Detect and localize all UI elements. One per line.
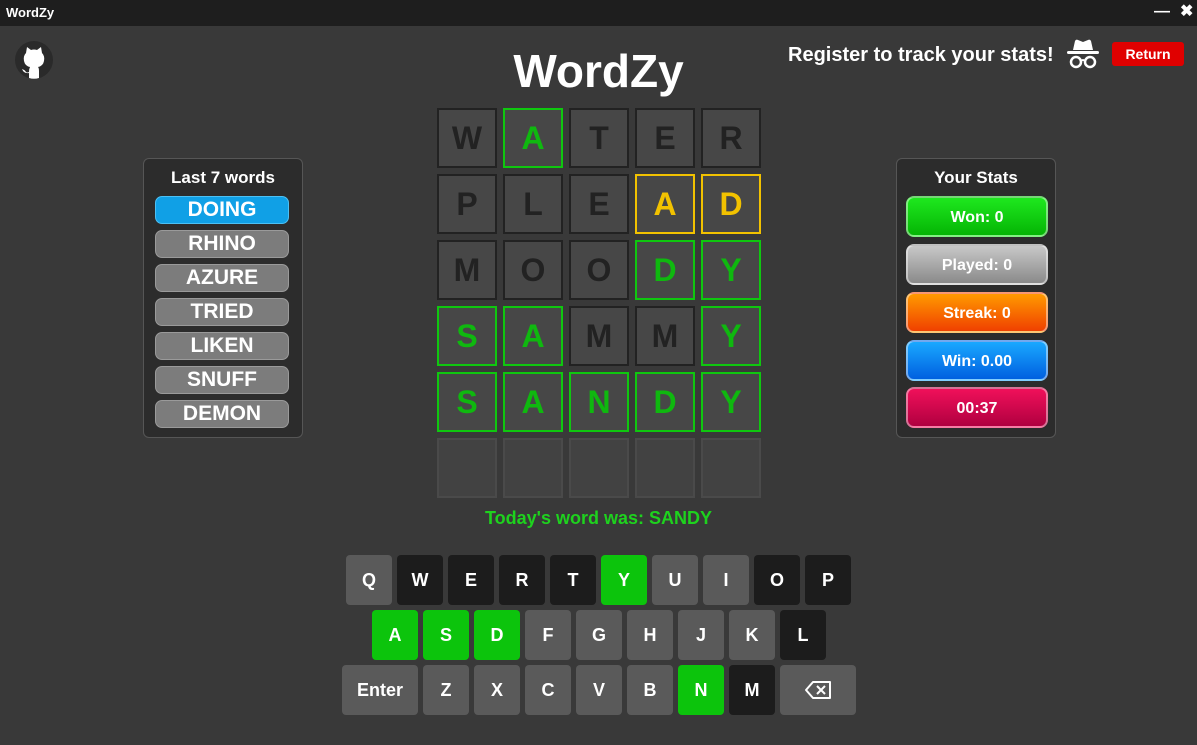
played-stat: Played: 0 xyxy=(906,244,1048,285)
key-k[interactable]: K xyxy=(729,610,775,660)
key-j[interactable]: J xyxy=(678,610,724,660)
key-t[interactable]: T xyxy=(550,555,596,605)
board-tile: E xyxy=(635,108,695,168)
last-word-item[interactable]: SNUFF xyxy=(155,366,289,394)
backspace-icon xyxy=(805,681,831,699)
key-b[interactable]: B xyxy=(627,665,673,715)
stats-title: Your Stats xyxy=(934,168,1018,187)
backspace-key[interactable] xyxy=(780,665,856,715)
board-tile: Y xyxy=(701,372,761,432)
last-word-item[interactable]: DOING xyxy=(155,196,289,224)
last-words-title: Last 7 words xyxy=(171,168,275,187)
window-title: WordZy xyxy=(6,5,55,20)
win-rate-stat: Win: 0.00 xyxy=(906,340,1048,381)
key-m[interactable]: M xyxy=(729,665,775,715)
board-tile: M xyxy=(635,306,695,366)
board-tile: D xyxy=(701,174,761,234)
board-tile: S xyxy=(437,306,497,366)
board-tile: L xyxy=(503,174,563,234)
board-tile: S xyxy=(437,372,497,432)
board-tile xyxy=(635,438,695,498)
board-tile: R xyxy=(701,108,761,168)
board-tile: O xyxy=(503,240,563,300)
last-word-item[interactable]: AZURE xyxy=(155,264,289,292)
last-word-item[interactable]: TRIED xyxy=(155,298,289,326)
key-n[interactable]: N xyxy=(678,665,724,715)
board-tile: D xyxy=(635,240,695,300)
key-v[interactable]: V xyxy=(576,665,622,715)
key-h[interactable]: H xyxy=(627,610,673,660)
key-r[interactable]: R xyxy=(499,555,545,605)
board-tile: M xyxy=(569,306,629,366)
board-tile: D xyxy=(635,372,695,432)
key-x[interactable]: X xyxy=(474,665,520,715)
board-tile: Y xyxy=(701,306,761,366)
enter-key[interactable]: Enter xyxy=(342,665,418,715)
key-o[interactable]: O xyxy=(754,555,800,605)
last-word-item[interactable]: RHINO xyxy=(155,230,289,258)
board-tile: A xyxy=(503,108,563,168)
board-tile xyxy=(437,438,497,498)
key-g[interactable]: G xyxy=(576,610,622,660)
stats-panel: Your Stats Won: 0 Played: 0 Streak: 0 Wi… xyxy=(896,158,1056,438)
board-tile: E xyxy=(569,174,629,234)
board-tile: T xyxy=(569,108,629,168)
board-tile: W xyxy=(437,108,497,168)
title-bar: WordZy — ✖ xyxy=(0,0,1197,26)
minimize-button[interactable]: — xyxy=(1154,2,1170,22)
board-tile xyxy=(503,438,563,498)
key-s[interactable]: S xyxy=(423,610,469,660)
incognito-icon[interactable] xyxy=(1066,38,1100,70)
key-e[interactable]: E xyxy=(448,555,494,605)
key-z[interactable]: Z xyxy=(423,665,469,715)
board-tile: O xyxy=(569,240,629,300)
return-button[interactable]: Return xyxy=(1112,42,1184,66)
board-tile xyxy=(701,438,761,498)
key-u[interactable]: U xyxy=(652,555,698,605)
key-y[interactable]: Y xyxy=(601,555,647,605)
board-tile: P xyxy=(437,174,497,234)
streak-stat: Streak: 0 xyxy=(906,292,1048,333)
board-tile: Y xyxy=(701,240,761,300)
key-c[interactable]: C xyxy=(525,665,571,715)
board-tile: A xyxy=(503,372,563,432)
todays-word-message: Today's word was: SANDY xyxy=(485,508,712,528)
won-stat: Won: 0 xyxy=(906,196,1048,237)
board-tile: A xyxy=(503,306,563,366)
last-words-panel: Last 7 words DOING RHINO AZURE TRIED LIK… xyxy=(143,158,303,438)
register-prompt[interactable]: Register to track your stats! xyxy=(788,44,1054,67)
last-word-item[interactable]: LIKEN xyxy=(155,332,289,360)
last-word-item[interactable]: DEMON xyxy=(155,400,289,428)
board-tile: A xyxy=(635,174,695,234)
key-a[interactable]: A xyxy=(372,610,418,660)
close-button[interactable]: ✖ xyxy=(1180,2,1193,22)
key-p[interactable]: P xyxy=(805,555,851,605)
key-l[interactable]: L xyxy=(780,610,826,660)
timer-stat: 00:37 xyxy=(906,387,1048,428)
key-w[interactable]: W xyxy=(397,555,443,605)
board-tile: N xyxy=(569,372,629,432)
key-d[interactable]: D xyxy=(474,610,520,660)
key-i[interactable]: I xyxy=(703,555,749,605)
key-q[interactable]: Q xyxy=(346,555,392,605)
board-tile xyxy=(569,438,629,498)
key-f[interactable]: F xyxy=(525,610,571,660)
board-tile: M xyxy=(437,240,497,300)
